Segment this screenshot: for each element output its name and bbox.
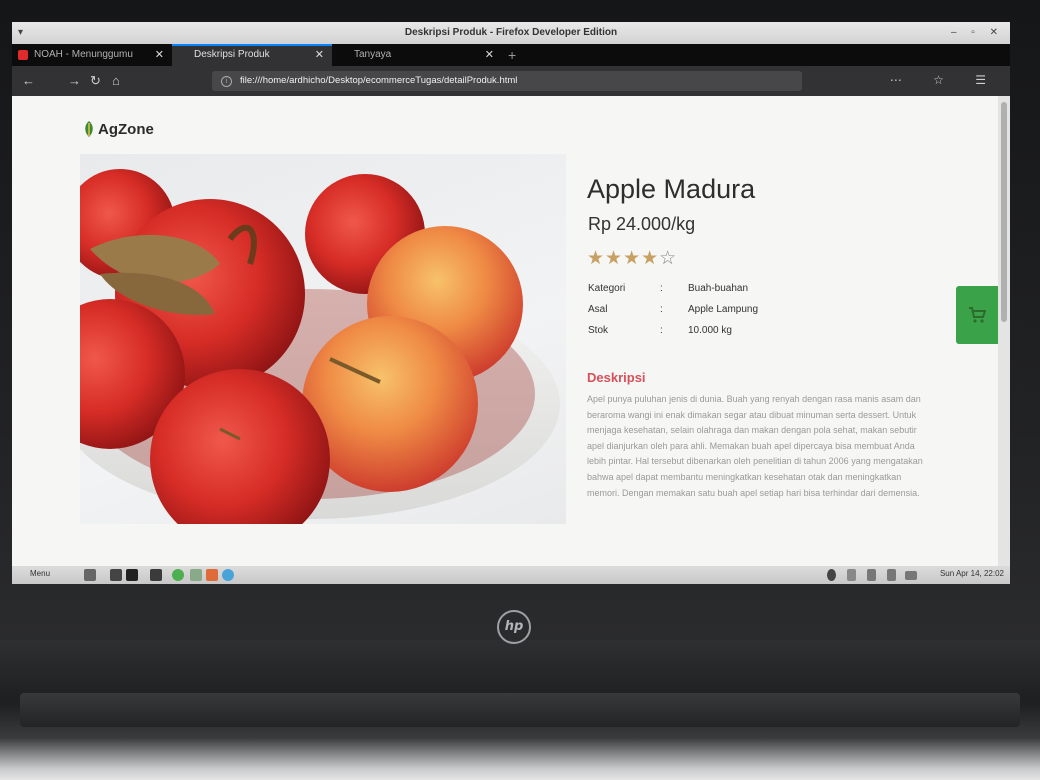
window-menu-icon[interactable]: ▾ — [18, 22, 23, 44]
spec-key: Asal — [588, 304, 608, 315]
description-text: Apel punya puluhan jenis di dunia. Buah … — [587, 394, 923, 498]
files-icon[interactable] — [84, 569, 96, 581]
taskbar-clock[interactable]: Sun Apr 14, 22:02 — [940, 569, 1004, 578]
start-menu-button[interactable]: Menu — [30, 569, 50, 578]
star-empty-icon: ☆ — [659, 248, 678, 269]
product-rating: ★★★★☆ — [587, 247, 677, 270]
spec-key: Kategori — [588, 283, 626, 294]
close-icon[interactable]: ✕ — [485, 44, 494, 66]
spec-colon: : — [660, 283, 663, 294]
spec-value: 10.000 kg — [688, 325, 732, 336]
spec-value: Apple Lampung — [688, 304, 759, 315]
tab-tanyaya[interactable]: Tanyaya ✕ — [332, 44, 502, 66]
star-filled-icon: ★★★★ — [587, 248, 660, 269]
product-title: Apple Madura — [587, 174, 756, 204]
cart-icon — [969, 307, 986, 323]
battery-icon[interactable] — [905, 571, 917, 580]
app-icon[interactable] — [172, 569, 184, 581]
window-title: Deskripsi Produk - Firefox Developer Edi… — [404, 27, 618, 38]
add-to-cart-button[interactable] — [956, 286, 998, 344]
folder-icon[interactable] — [110, 569, 122, 581]
firefox-icon[interactable] — [206, 569, 218, 581]
spec-key: Stok — [588, 325, 609, 336]
product-page: AgZone Apple Madura Rp 24.000/kg ★★★★☆ K… — [12, 96, 998, 568]
product-image — [80, 154, 566, 524]
apples-photo — [80, 169, 560, 524]
window-titlebar: ▾ Deskripsi Produk - Firefox Developer E… — [12, 22, 1010, 44]
spec-colon: : — [660, 304, 663, 315]
hp-logo: hp — [497, 610, 531, 644]
description-heading: Deskripsi — [587, 370, 646, 385]
app-icon[interactable] — [190, 569, 202, 581]
window-controls[interactable]: – ▫ ✕ — [951, 22, 1004, 44]
spec-row-kategori: Kategori : Buah-buahan — [588, 283, 888, 304]
app-icon[interactable] — [222, 569, 234, 581]
brand-logo[interactable]: AgZone — [82, 120, 154, 138]
screen: ▾ Deskripsi Produk - Firefox Developer E… — [12, 22, 1010, 584]
tab-strip: NOAH - Menunggumu ✕ Deskripsi Produk ✕ T… — [12, 44, 1010, 66]
scrollbar-thumb[interactable] — [1001, 102, 1007, 322]
product-price: Rp 24.000/kg — [588, 214, 696, 234]
terminal-icon[interactable] — [126, 569, 138, 581]
settings-icon[interactable] — [847, 569, 856, 581]
tab-label: Tanyaya — [354, 49, 392, 60]
brand-name: AgZone — [98, 121, 154, 138]
toolbar-icons[interactable]: ⋯ ☆ ☰ — [890, 73, 1000, 87]
page-scrollbar[interactable] — [998, 96, 1010, 568]
close-icon[interactable]: ✕ — [155, 44, 164, 66]
product-specs: Kategori : Buah-buahan Asal : Apple Lamp… — [588, 283, 888, 346]
tab-label: NOAH - Menunggumu — [34, 49, 133, 60]
signal-icon[interactable] — [867, 569, 876, 581]
forward-icon[interactable]: → — [68, 73, 81, 88]
laptop-hinge — [20, 693, 1020, 727]
back-icon[interactable]: ← — [22, 73, 35, 88]
navigation-bar: ← → ↻ ⌂ i file:///home/ardhicho/Desktop/… — [12, 66, 1010, 96]
close-icon[interactable]: ✕ — [315, 46, 324, 64]
spec-colon: : — [660, 325, 663, 336]
sublime-icon[interactable] — [150, 569, 162, 581]
info-icon[interactable]: i — [221, 76, 232, 87]
home-icon[interactable]: ⌂ — [112, 73, 120, 88]
volume-icon[interactable] — [887, 569, 896, 581]
network-icon[interactable] — [827, 569, 836, 581]
tab-label: Deskripsi Produk — [194, 49, 270, 60]
tab-noah[interactable]: NOAH - Menunggumu ✕ — [12, 44, 172, 66]
url-bar[interactable]: i file:///home/ardhicho/Desktop/ecommerc… — [212, 71, 802, 91]
spec-row-asal: Asal : Apple Lampung — [588, 304, 888, 325]
youtube-icon — [18, 50, 28, 60]
spec-value: Buah-buahan — [688, 283, 749, 294]
tab-deskripsi-produk[interactable]: Deskripsi Produk ✕ — [172, 44, 332, 66]
new-tab-button[interactable]: + — [508, 44, 516, 66]
leaf-icon — [85, 121, 93, 137]
url-text: file:///home/ardhicho/Desktop/ecommerceT… — [240, 75, 518, 86]
reload-icon[interactable]: ↻ — [90, 73, 101, 89]
spec-row-stok: Stok : 10.000 kg — [588, 325, 888, 346]
os-taskbar: Menu Sun Apr 14, 22:02 — [12, 566, 1010, 584]
